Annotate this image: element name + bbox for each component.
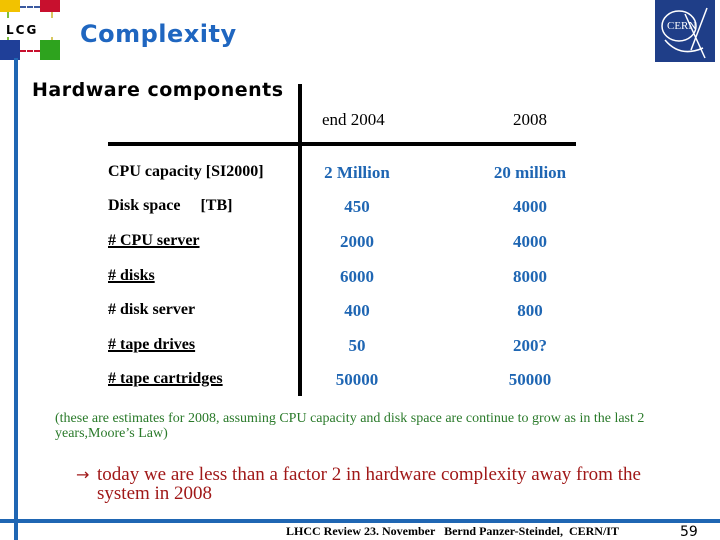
logo-red-square	[40, 0, 60, 12]
row-label: Disk space [TB]	[108, 197, 233, 214]
cell-2008: 200?	[513, 336, 547, 355]
row-label: # tape cartridges	[108, 370, 223, 387]
cell-end-2004: 2000	[340, 232, 374, 251]
column-header-2008: 2008	[513, 110, 547, 129]
cell-2008: 4000	[513, 197, 547, 216]
table-horizontal-rule	[108, 142, 576, 146]
cell-2008: 4000	[513, 232, 547, 251]
arrow-right-icon: →	[76, 465, 90, 484]
estimate-note: (these are estimates for 2008, assuming …	[55, 411, 645, 441]
cell-2008: 800	[517, 301, 543, 320]
cell-2008: 8000	[513, 267, 547, 286]
slide-title: Complexity	[80, 20, 237, 48]
lcg-logo: LCG	[0, 0, 60, 60]
cell-end-2004: 450	[344, 197, 370, 216]
logo-dash	[20, 6, 40, 8]
cell-2008: 20 million	[493, 163, 567, 182]
cell-end-2004: 50	[348, 336, 366, 355]
logo-dash	[20, 50, 40, 52]
row-label: CPU capacity [SI2000]	[108, 163, 264, 180]
row-label: # disk server	[108, 301, 196, 318]
cell-end-2004: 2 Million	[324, 163, 390, 182]
frame-horizontal-line	[0, 519, 720, 523]
cern-logo: CERN	[655, 0, 715, 62]
row-label: # disks	[108, 267, 155, 284]
logo-green-square	[40, 40, 60, 60]
cern-logo-icon: CERN	[661, 7, 708, 59]
cell-2008: 50000	[508, 370, 552, 389]
cern-logo-text: CERN	[667, 20, 696, 32]
row-label: # CPU server	[108, 232, 200, 249]
logo-blue-square	[0, 40, 20, 60]
lcg-logo-text: LCG	[6, 23, 56, 37]
column-header-end-2004: end 2004	[322, 110, 385, 129]
frame-vertical-line	[14, 58, 18, 540]
cell-end-2004: 6000	[340, 267, 374, 286]
cell-end-2004: 400	[344, 301, 370, 320]
cell-end-2004: 50000	[335, 370, 379, 389]
section-subtitle: Hardware components	[32, 79, 284, 101]
conclusion-text: today we are less than a factor 2 in har…	[97, 464, 641, 504]
page-number: 59	[680, 524, 698, 540]
logo-yellow-square	[0, 0, 20, 12]
footer-text: LHCC Review 23. November Bernd Panzer-St…	[286, 524, 619, 538]
row-label: # tape drives	[108, 336, 196, 353]
